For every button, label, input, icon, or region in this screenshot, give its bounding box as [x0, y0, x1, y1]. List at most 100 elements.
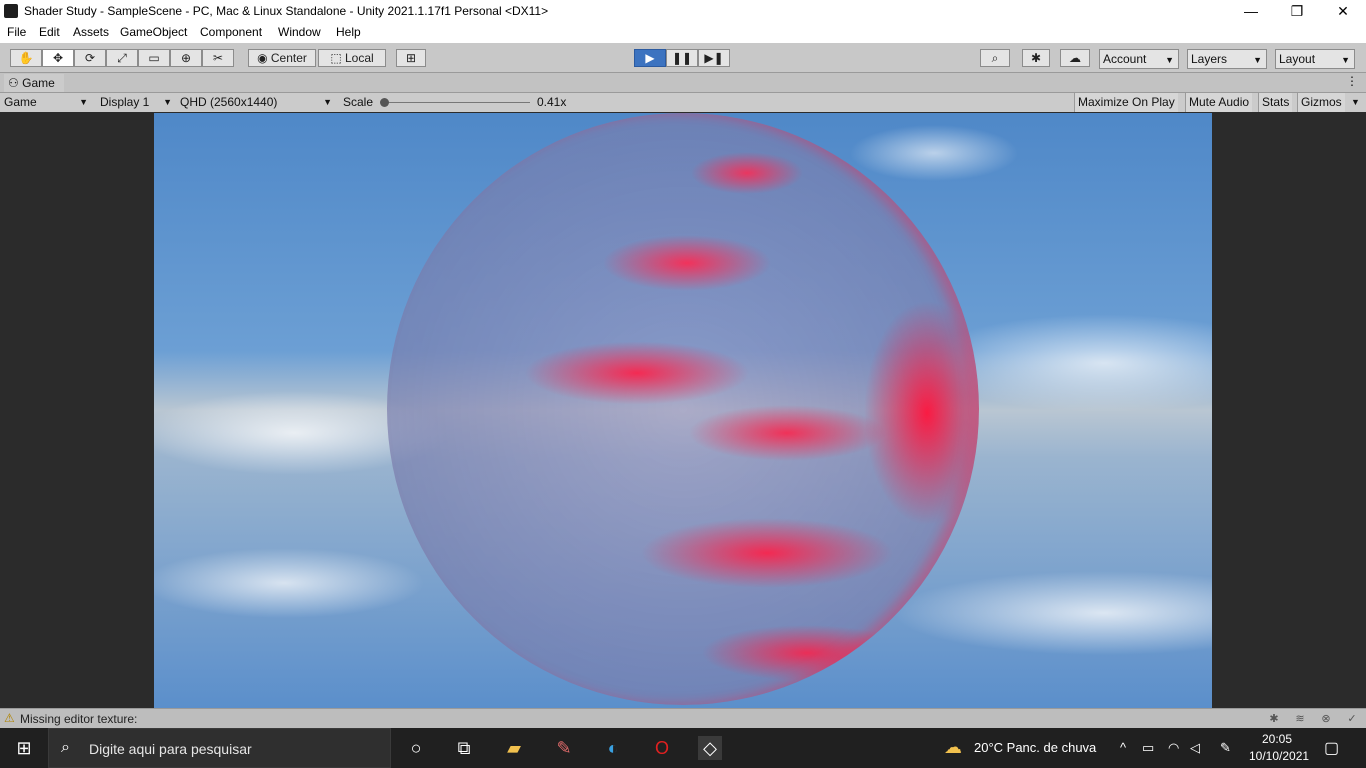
menu-component[interactable]: Component [200, 25, 262, 39]
collab-icon: ✱ [1030, 51, 1042, 65]
unity-logo-icon [4, 4, 18, 18]
chevron-down-icon: ▼ [1165, 55, 1174, 65]
stats-toggle[interactable]: Stats [1258, 93, 1293, 112]
clock-date[interactable]: 10/10/2021 [1249, 749, 1309, 763]
menu-file[interactable]: File [7, 25, 26, 39]
space-local-button[interactable]: ⬚ Local [318, 49, 386, 67]
status-message[interactable]: Missing editor texture: [20, 712, 137, 726]
unity-icon[interactable]: ◇ [698, 736, 722, 760]
collab-button[interactable]: ✱ [1022, 49, 1050, 67]
transform-tool-icon[interactable]: ⊕ [170, 49, 202, 67]
display-dropdown[interactable]: Display 1 ▼ [100, 93, 172, 112]
search-icon: ⌕ [991, 51, 999, 65]
clock-time[interactable]: 20:05 [1262, 732, 1292, 746]
menu-help[interactable]: Help [336, 25, 361, 39]
grid-snap-icon: ⊞ [405, 51, 417, 65]
game-render [154, 113, 1212, 708]
task-view-icon[interactable]: ⧉ [452, 736, 476, 760]
tab-game-label: Game [22, 76, 55, 90]
display-label: Display 1 [100, 95, 150, 109]
tab-game[interactable]: ⚇ Game [4, 74, 64, 92]
account-dropdown[interactable]: Account ▼ [1099, 49, 1179, 69]
step-button[interactable]: ▶❚ [698, 49, 730, 67]
windows-taskbar: ⊞ ⌕ Digite aqui para pesquisar ○ ⧉ ▰ ✎ ◐… [0, 728, 1366, 768]
snap-button[interactable]: ⊞ [396, 49, 426, 67]
chevron-down-icon: ▼ [323, 97, 332, 107]
resolution-label: QHD (2560x1440) [180, 95, 278, 109]
layout-dropdown[interactable]: Layout ▼ [1275, 49, 1355, 69]
game-controller-icon: ⚇ [8, 76, 19, 90]
title-bar: Shader Study - SampleScene - PC, Mac & L… [0, 0, 1366, 23]
battery-icon[interactable]: ▭ [1142, 740, 1154, 756]
chevron-down-icon[interactable]: ▼ [1351, 93, 1360, 112]
view-dropdown[interactable]: Game ▼ [4, 93, 90, 112]
close-button[interactable]: ✕ [1320, 0, 1366, 23]
pivot-center-button[interactable]: ◉ Center [248, 49, 316, 67]
pen-icon[interactable]: ✎ [1220, 740, 1231, 756]
file-explorer-icon[interactable]: ▰ [502, 736, 526, 760]
search-button[interactable]: ⌕ [980, 49, 1010, 67]
stack-icon[interactable]: ≋ [1292, 711, 1308, 727]
chevron-down-icon: ▼ [1341, 55, 1350, 65]
weather-icon[interactable]: ☁ [944, 737, 962, 758]
account-label: Account [1103, 52, 1147, 66]
volume-icon[interactable]: ◁ [1190, 740, 1200, 756]
layers-label: Layers [1191, 52, 1228, 66]
menu-assets[interactable]: Assets [73, 25, 109, 39]
weather-text[interactable]: 20°C Panc. de chuva [974, 740, 1096, 755]
pivot-icon: ◉ [257, 51, 268, 65]
tab-bar: ⚇ Game ⋮ [0, 73, 1366, 93]
tab-menu-icon[interactable]: ⋮ [1346, 74, 1358, 88]
local-space-icon: ⬚ [330, 51, 342, 65]
mute-audio-toggle[interactable]: Mute Audio [1185, 93, 1253, 112]
hand-tool-icon[interactable]: ✋ [10, 49, 42, 67]
cortana-icon[interactable]: ○ [404, 736, 428, 760]
search-icon: ⌕ [61, 739, 70, 756]
edge-icon[interactable]: ◐ [601, 736, 625, 760]
scale-tool-icon[interactable]: ⤢ [106, 49, 138, 67]
pause-button[interactable]: ❚❚ [666, 49, 698, 67]
pivot-label: Center [270, 51, 307, 65]
maximize-button[interactable]: ❐ [1274, 0, 1320, 23]
resolution-dropdown[interactable]: QHD (2560x1440) ▼ [180, 93, 332, 112]
scale-label: Scale [343, 95, 374, 109]
window-title: Shader Study - SampleScene - PC, Mac & L… [24, 4, 549, 18]
debug-icon[interactable]: ⊗ [1318, 711, 1334, 727]
scale-value: 0.41x [537, 95, 567, 109]
minimize-button[interactable]: — [1228, 0, 1274, 23]
cloud-button[interactable]: ☁ [1060, 49, 1090, 67]
custom-tool-icon[interactable]: ✂ [202, 49, 234, 67]
scale-slider-track[interactable] [384, 102, 530, 103]
chevron-down-icon: ▼ [79, 97, 88, 107]
cloud-icon: ☁ [1069, 51, 1081, 65]
layers-dropdown[interactable]: Layers ▼ [1187, 49, 1267, 69]
game-view-toolbar: Game ▼ Display 1 ▼ QHD (2560x1440) ▼ Sca… [0, 93, 1366, 113]
paint-icon[interactable]: ✎ [552, 736, 576, 760]
taskbar-search[interactable]: ⌕ Digite aqui para pesquisar [48, 728, 391, 768]
chevron-down-icon: ▼ [163, 97, 172, 107]
notifications-icon[interactable]: ▢ [1324, 738, 1339, 758]
maximize-on-play-toggle[interactable]: Maximize On Play [1074, 93, 1178, 112]
move-tool-icon[interactable]: ✥ [42, 49, 74, 67]
opera-icon[interactable]: O [650, 736, 674, 760]
menu-window[interactable]: Window [278, 25, 321, 39]
search-placeholder: Digite aqui para pesquisar [89, 741, 252, 757]
gizmos-toggle[interactable]: Gizmos [1297, 93, 1345, 112]
shader-sphere [387, 113, 979, 705]
menu-bar: File Edit Assets GameObject Component Wi… [0, 23, 1366, 43]
view-label: Game [4, 95, 37, 109]
rotate-tool-icon[interactable]: ⟳ [74, 49, 106, 67]
chevron-down-icon: ▼ [1253, 55, 1262, 65]
status-bar: ⚠ Missing editor texture: ✱ ≋ ⊗ ✓ [0, 708, 1366, 729]
check-icon[interactable]: ✓ [1344, 711, 1360, 727]
menu-gameobject[interactable]: GameObject [120, 25, 187, 39]
rect-tool-icon[interactable]: ▭ [138, 49, 170, 67]
play-button[interactable]: ▶ [634, 49, 666, 67]
windows-start-icon[interactable]: ⊞ [12, 736, 36, 760]
space-label: Local [345, 51, 374, 65]
menu-edit[interactable]: Edit [39, 25, 60, 39]
scale-slider-handle[interactable] [380, 98, 389, 107]
bug-icon[interactable]: ✱ [1266, 711, 1282, 727]
wifi-icon[interactable]: ◠ [1168, 740, 1179, 756]
chevron-up-icon[interactable]: ^ [1120, 740, 1126, 755]
